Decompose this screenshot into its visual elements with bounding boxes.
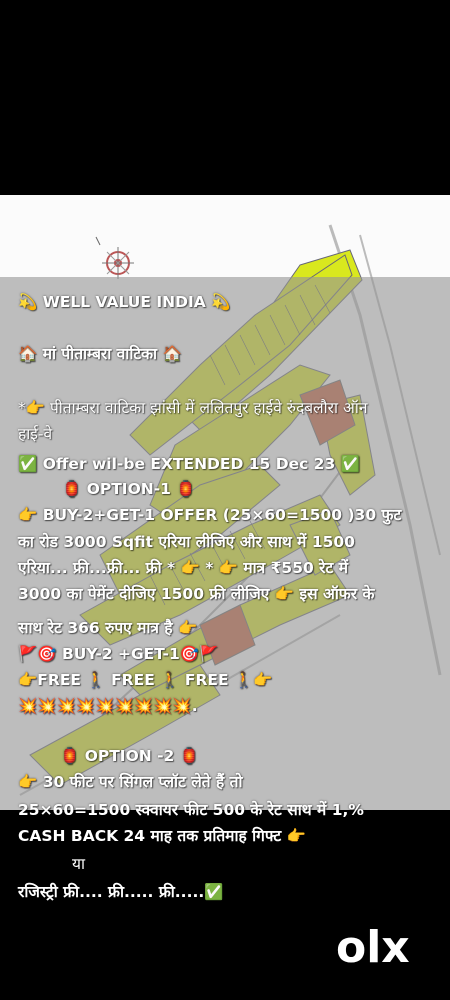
offer-extended-line: ✅ Offer wil-be EXTENDED 15 Dec 23 ✅ bbox=[18, 455, 360, 473]
offer-line-1: 👉 BUY-2+GET-1 OFFER (25×60=1500 )30 फुट bbox=[18, 506, 402, 524]
or-line: या bbox=[72, 855, 86, 873]
location-line-2: हाई-वे bbox=[18, 425, 53, 443]
olx-logo-text: olx bbox=[336, 922, 410, 973]
option-1-heading: 🏮 OPTION-1 🏮 bbox=[62, 480, 196, 498]
burst-line: 💥💥💥💥💥💥💥💥💥. bbox=[18, 697, 198, 715]
post-text: 💫 WELL VALUE INDIA 💫 🏠 मां पीताम्बरा वाट… bbox=[0, 0, 450, 1000]
option-2-line-1: 👉 30 फीट पर सिंगल प्लॉट लेते हैं तो bbox=[18, 773, 243, 791]
option-2-line-2: 25×60=1500 स्क्वायर फीट 500 के रेट साथ म… bbox=[18, 801, 364, 819]
offer-line-2: का रोड 3000 Sqfit एरिया लीजिए और साथ में… bbox=[18, 533, 355, 551]
project-title: 🏠 मां पीताम्बरा वाटिका 🏠 bbox=[18, 345, 182, 363]
brand-heading: 💫 WELL VALUE INDIA 💫 bbox=[18, 293, 231, 311]
offer-line-4: 3000 का पेमेंट दीजिए 1500 फ्री लीजिए 👉 इ… bbox=[18, 585, 375, 603]
option-2-heading: 🏮 OPTION -2 🏮 bbox=[60, 747, 200, 765]
option-2-line-3: CASH BACK 24 माह तक प्रतिमाह गिफ्ट 👉 bbox=[18, 827, 306, 845]
location-line: *👉 पीताम्बरा वाटिका झांसी में ललितपुर हा… bbox=[18, 399, 368, 417]
offer-line-3: एरिया... फ्री...फ्री... फ्री * 👉 * 👉 मात… bbox=[18, 559, 348, 577]
olx-logo: olx bbox=[336, 922, 410, 973]
registry-free-line: रजिस्ट्री फ्री.... फ्री..... फ्री.....✅ bbox=[18, 883, 224, 901]
offer-line-5: साथ रेट 366 रुपए मात्र है 👉 bbox=[18, 619, 198, 637]
buy-get-line: 🚩🎯 BUY-2 +GET-1🎯🚩 bbox=[18, 645, 219, 663]
free-line: 👉FREE 🚶 FREE 🚶 FREE 🚶👉 bbox=[18, 671, 273, 689]
